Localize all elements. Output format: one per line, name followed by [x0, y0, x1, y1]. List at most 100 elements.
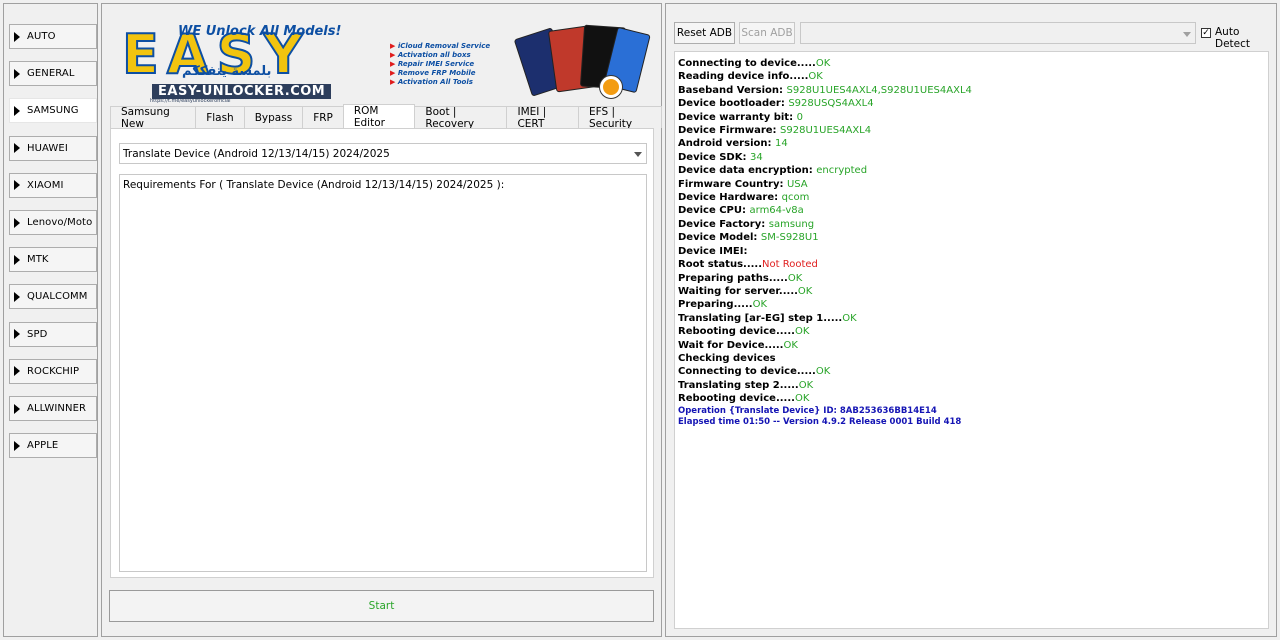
sidebar-item-auto[interactable]: AUTO: [9, 24, 97, 49]
tab-frp[interactable]: FRP: [302, 106, 344, 128]
log-line: Rebooting device.....OK: [678, 325, 1265, 338]
scan-adb-button[interactable]: Scan ADB: [739, 22, 795, 44]
log-line: Device Firmware: S928U1UES4AXL4: [678, 124, 1265, 137]
sidebar-item-samsung[interactable]: SAMSUNG: [9, 98, 97, 124]
sidebar-item-lenovo-moto[interactable]: Lenovo/Moto: [9, 210, 97, 235]
log-panel: Reset ADB Scan ADB ✓ Auto Detect Connect…: [665, 3, 1277, 637]
log-line: Checking devices: [678, 352, 1265, 365]
reset-adb-button[interactable]: Reset ADB: [674, 22, 735, 44]
log-key: Device IMEI:: [678, 245, 748, 257]
sidebar-item-apple[interactable]: APPLE: [9, 433, 97, 459]
log-line: Device data encryption: encrypted: [678, 164, 1265, 177]
logo-url-small: https://t.me/easyunlockerofficial: [150, 98, 231, 104]
log-value: OK: [815, 366, 831, 378]
triangle-right-icon: [14, 68, 20, 79]
log-line: Device warranty bit: 0: [678, 111, 1265, 124]
tab-imei-cert[interactable]: IMEI | CERT: [506, 106, 579, 130]
sidebar-item-label: MTK: [27, 254, 49, 266]
log-line: Root status.....Not Rooted: [678, 258, 1265, 271]
tab-rom-editor[interactable]: ROM Editor: [342, 104, 416, 129]
log-line: Device Factory: samsung: [678, 218, 1265, 231]
log-value: 34: [749, 151, 763, 163]
log-key: Wait for Device.....: [678, 339, 784, 351]
tab-bar: Samsung New Flash Bypass FRP ROM Editor Boot …: [110, 104, 662, 130]
log-key: Device SDK:: [678, 151, 750, 163]
log-key: Firmware Country:: [678, 178, 787, 190]
sidebar: AUTO GENERAL SAMSUNG HUAWEI XIAOMI Lenovo/Mot…: [3, 3, 98, 637]
log-line: Connecting to device.....OK: [678, 365, 1265, 378]
start-button[interactable]: Start: [109, 590, 654, 622]
service-item: Repair IMEI Service: [390, 60, 510, 69]
sidebar-item-xiaomi[interactable]: XIAOMI: [9, 172, 97, 198]
log-value: OK: [752, 299, 768, 311]
tab-samsung-new[interactable]: Samsung New: [110, 106, 197, 130]
log-value: Not Rooted: [762, 259, 818, 271]
triangle-right-icon: [14, 217, 20, 228]
log-key: Android version:: [678, 138, 775, 150]
sidebar-item-label: SAMSUNG: [27, 105, 79, 117]
log-key: Device Hardware:: [678, 192, 782, 204]
log-line: Rebooting device.....OK: [678, 392, 1265, 405]
log-value: OK: [787, 272, 803, 284]
service-item: Remove FRP Mobile: [390, 69, 510, 78]
log-key: Rebooting device.....: [678, 326, 795, 338]
sidebar-item-mtk[interactable]: MTK: [9, 247, 97, 273]
triangle-right-icon: [14, 403, 20, 414]
log-line: Waiting for server.....OK: [678, 285, 1265, 298]
log-key: Device CPU:: [678, 205, 750, 217]
log-line: Connecting to device.....OK: [678, 57, 1265, 70]
sidebar-item-general[interactable]: GENERAL: [9, 61, 97, 87]
log-value: OK: [783, 339, 798, 351]
log-value: 14: [774, 138, 788, 150]
triangle-right-icon: [14, 291, 20, 302]
log-key: Preparing.....: [678, 299, 753, 311]
log-key: Translating [ar-EG] step 1.....: [678, 312, 843, 324]
chevron-down-icon: [1183, 32, 1191, 37]
log-key: Baseband Version:: [678, 84, 787, 96]
sidebar-item-label: APPLE: [27, 440, 59, 452]
log-value: samsung: [768, 218, 815, 230]
operation-select[interactable]: Translate Device (Android 12/13/14/15) 2…: [119, 143, 647, 164]
port-select[interactable]: [800, 22, 1196, 44]
service-item: iCloud Removal Service: [390, 42, 510, 51]
triangle-right-icon: [14, 440, 20, 451]
rom-editor-panel: Translate Device (Android 12/13/14/15) 2…: [110, 128, 654, 578]
sidebar-item-label: ROCKCHIP: [27, 365, 80, 377]
logo-arabic: بلمسة يتفككم: [182, 64, 272, 79]
log-line: Firmware Country: USA: [678, 178, 1265, 191]
sidebar-item-label: SPD: [27, 328, 48, 340]
log-value: encrypted: [816, 165, 868, 177]
log-value: S928U1UES4AXL4,S928U1UES4AXL4: [786, 84, 972, 96]
auto-detect-checkbox[interactable]: ✓: [1201, 28, 1211, 38]
log-line: Reading device info.....OK: [678, 70, 1265, 83]
triangle-right-icon: [14, 366, 20, 377]
sidebar-item-allwinner[interactable]: ALLWINNER: [9, 396, 97, 421]
sidebar-item-qualcomm[interactable]: QUALCOMM: [9, 284, 97, 310]
tab-efs-security[interactable]: EFS | Security: [577, 106, 662, 130]
auto-detect-label: Auto Detect: [1215, 26, 1251, 50]
log-info-line: Elapsed time 01:50 -- Version 4.9.2 Rele…: [678, 416, 962, 427]
log-key: Device Model:: [678, 232, 761, 244]
log-value: OK: [794, 326, 810, 338]
tab-flash[interactable]: Flash: [195, 106, 245, 128]
log-line: Device CPU: arm64-v8a: [678, 204, 1265, 217]
requirements-text: Requirements For ( Translate Device (And…: [123, 179, 505, 191]
sidebar-item-huawei[interactable]: HUAWEI: [9, 135, 97, 161]
sidebar-item-rockchip[interactable]: ROCKCHIP: [9, 358, 97, 384]
log-line: Translating step 2.....OK: [678, 379, 1265, 392]
requirements-textarea[interactable]: Requirements For ( Translate Device (And…: [119, 174, 647, 572]
triangle-right-icon: [14, 180, 20, 191]
service-item: Activation All Tools: [390, 78, 510, 87]
sidebar-item-spd[interactable]: SPD: [9, 321, 97, 347]
tab-boot-recovery[interactable]: Boot | Recovery: [414, 106, 508, 130]
logo-url: EASY-UNLOCKER.COM: [152, 84, 332, 99]
services-list: iCloud Removal ServiceActivation all box…: [390, 42, 510, 87]
tab-bypass[interactable]: Bypass: [243, 106, 304, 128]
log-key: Connecting to device.....: [678, 366, 816, 378]
log-key: Checking devices: [678, 352, 776, 364]
service-item: Activation all boxs: [390, 51, 510, 60]
triangle-right-icon: [14, 143, 20, 154]
sidebar-item-label: HUAWEI: [27, 142, 68, 154]
tool-badge-icon: [600, 76, 622, 98]
log-key: Device Firmware:: [678, 125, 781, 137]
